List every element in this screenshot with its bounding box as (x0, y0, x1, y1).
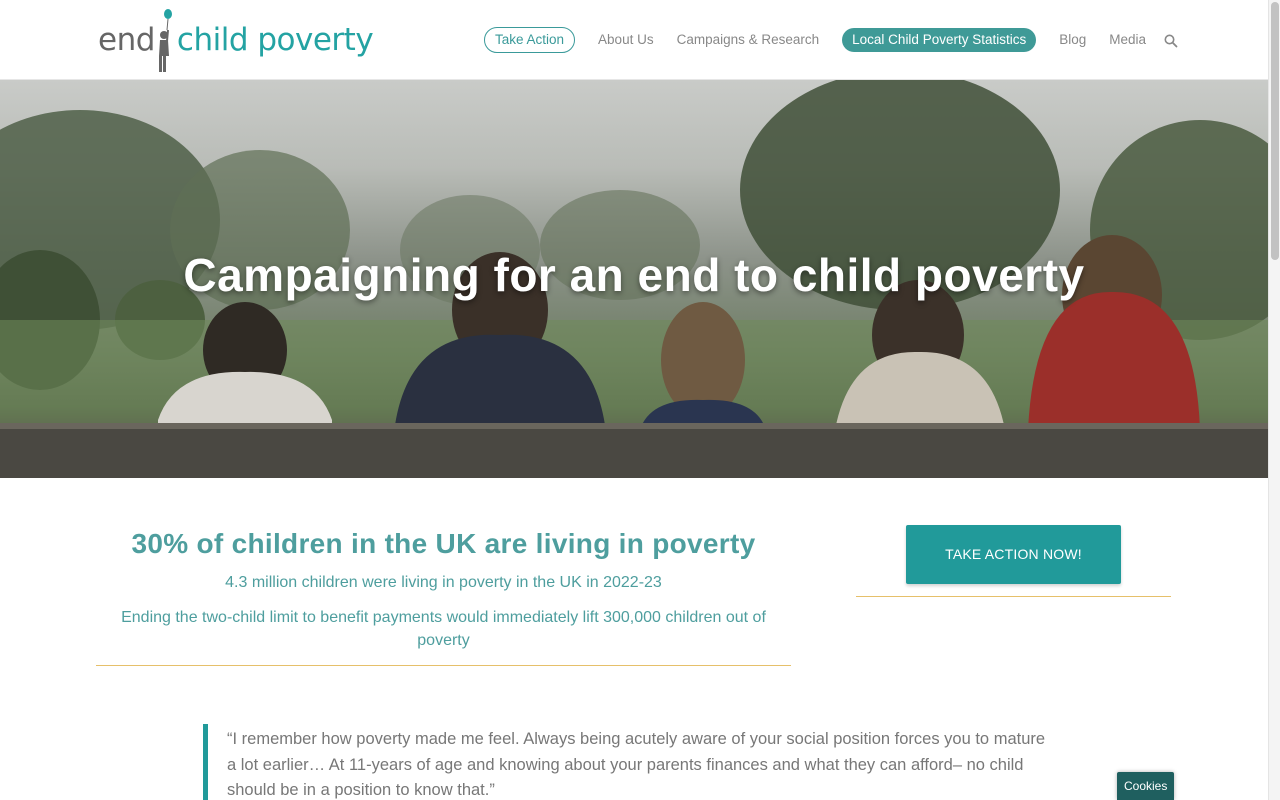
hero-title: Campaigning for an end to child poverty (183, 249, 1085, 301)
nav-take-action[interactable]: Take Action (484, 27, 576, 53)
main-nav: Take Action About Us Campaigns & Researc… (484, 27, 1179, 53)
poverty-stats: 30% of children in the UK are living in … (96, 528, 791, 652)
divider (96, 665, 791, 666)
site-header: end child poverty Take Action About Us C… (0, 0, 1268, 80)
stats-line-2: Ending the two-child limit to benefit pa… (121, 609, 766, 649)
logo[interactable]: end child poverty (98, 8, 374, 72)
search-icon[interactable] (1163, 33, 1179, 49)
logo-word-end: end (98, 22, 155, 58)
balloon-child-icon (158, 9, 172, 72)
nav-local-child-poverty-statistics[interactable]: Local Child Poverty Statistics (842, 28, 1037, 52)
nav-blog[interactable]: Blog (1059, 28, 1086, 52)
nav-campaigns-research[interactable]: Campaigns & Research (677, 28, 820, 52)
scrollbar[interactable] (1268, 0, 1280, 800)
nav-about-us[interactable]: About Us (598, 28, 654, 52)
logo-word-child-poverty: child poverty (176, 22, 374, 58)
hero-banner: Campaigning for an end to child poverty (0, 80, 1268, 478)
stats-headline: 30% of children in the UK are living in … (131, 528, 756, 559)
testimonial-quote: “I remember how poverty made me feel. Al… (227, 730, 1046, 799)
divider (856, 596, 1171, 597)
stats-line-1: 4.3 million children were living in pove… (225, 574, 662, 591)
take-action-now-button[interactable]: TAKE ACTION NOW! (906, 525, 1121, 584)
scrollbar-thumb[interactable] (1271, 2, 1279, 260)
cookies-button[interactable]: Cookies (1117, 772, 1175, 800)
nav-media[interactable]: Media (1109, 28, 1146, 52)
quote-accent-bar (203, 724, 208, 800)
